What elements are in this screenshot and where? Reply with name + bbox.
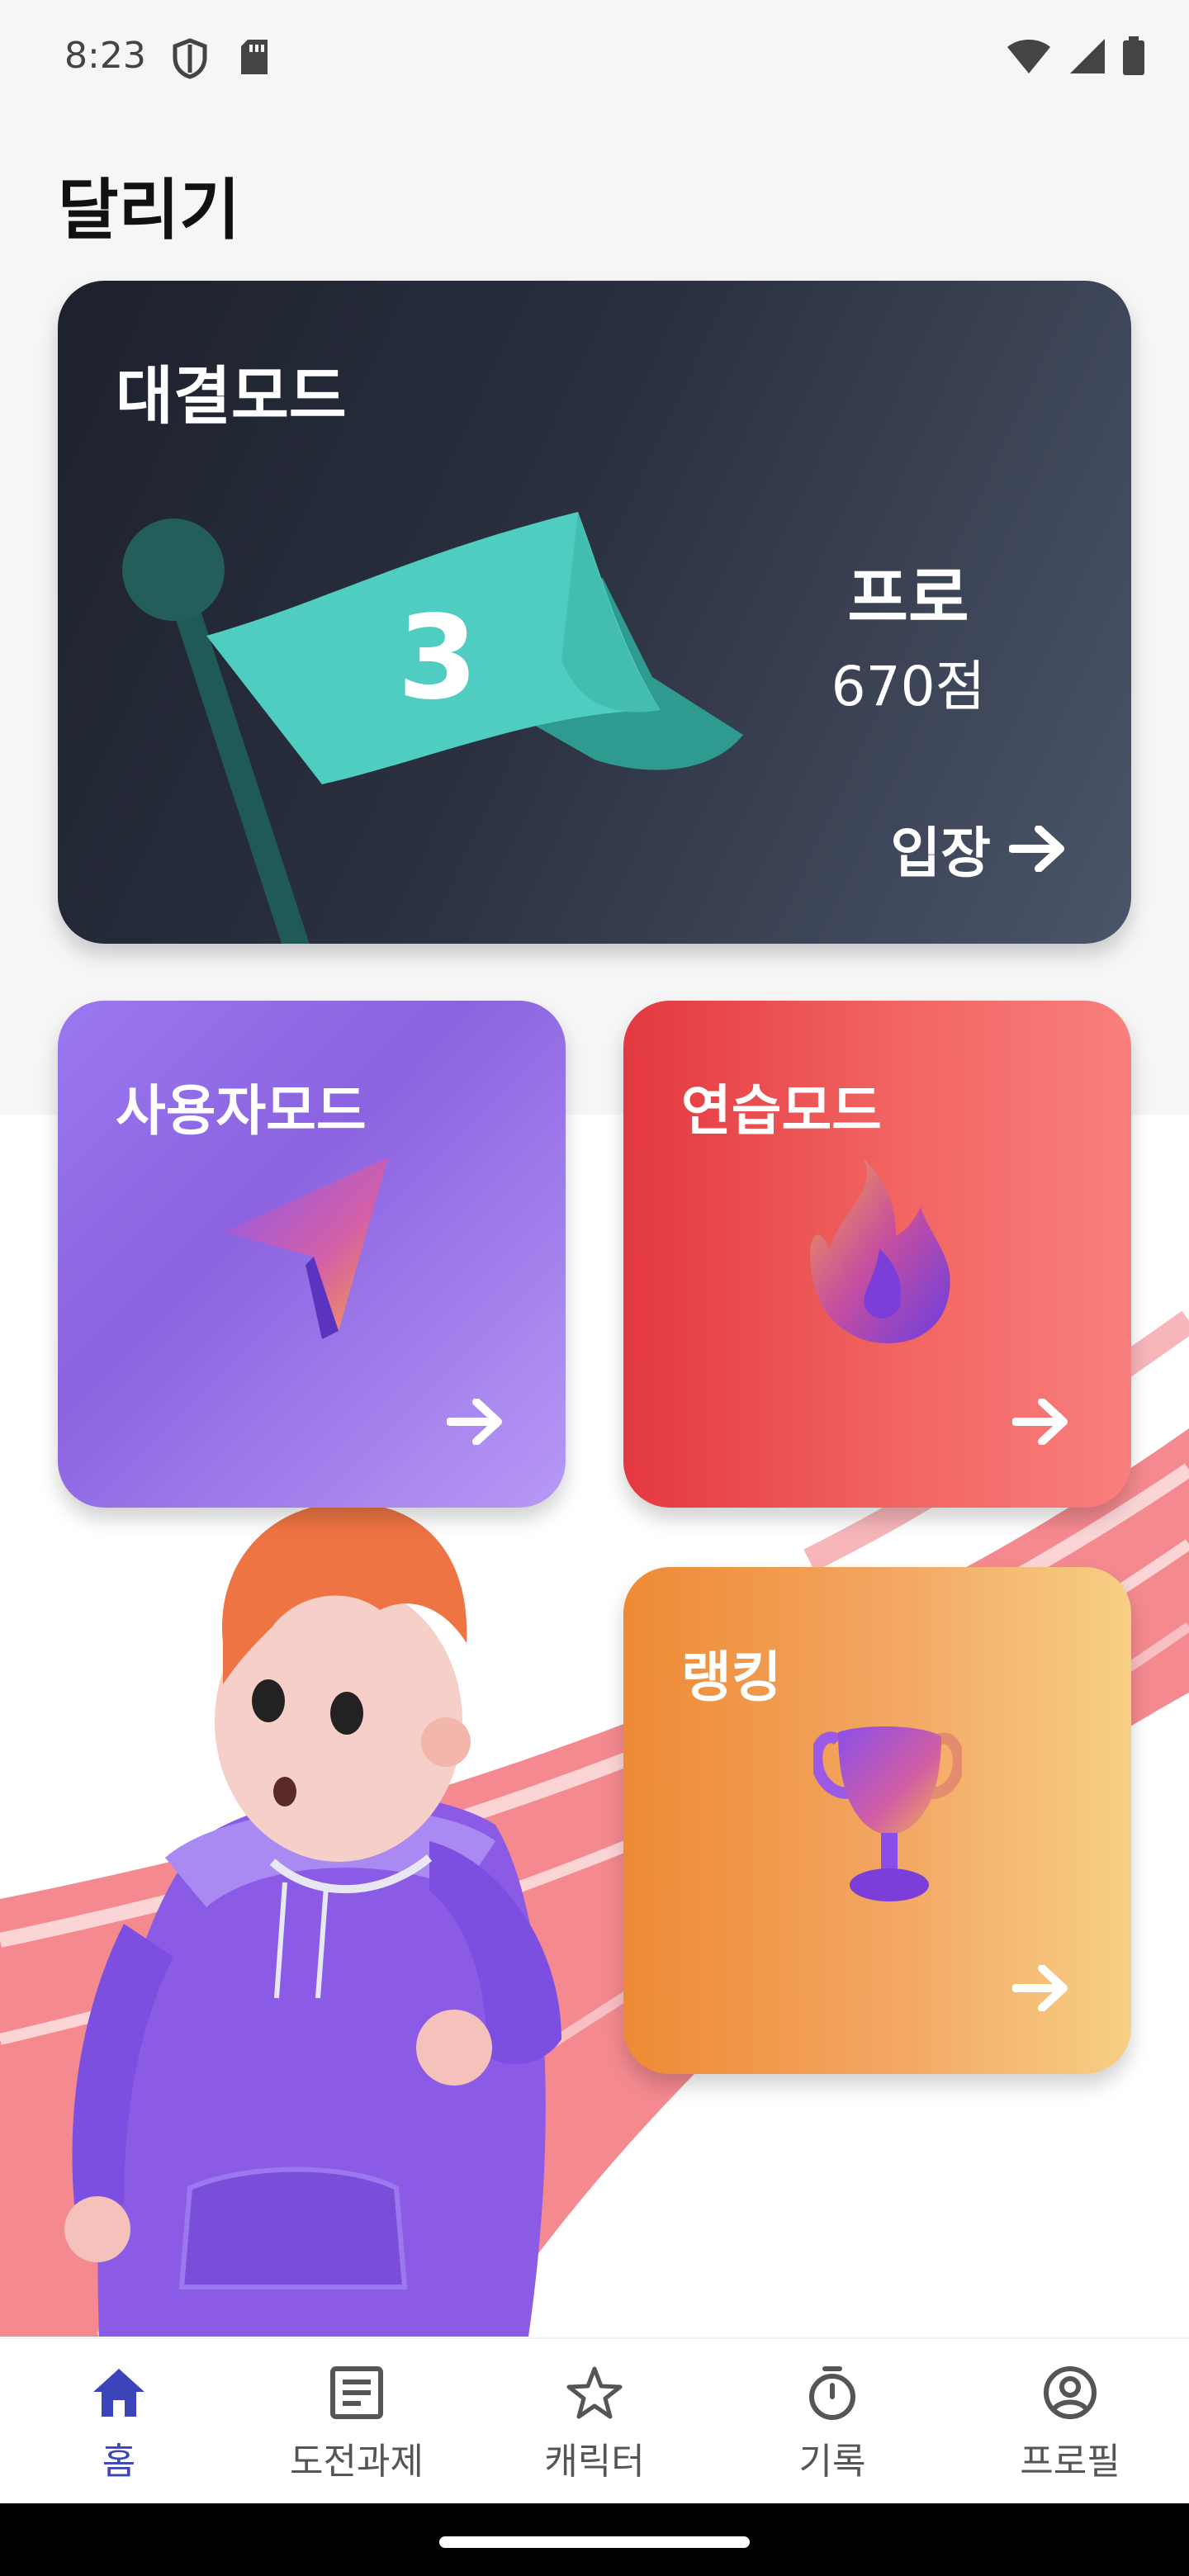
battle-mode-card[interactable]: 대결모드 3 프로 670점 입장	[58, 281, 1131, 944]
nav-item-challenges[interactable]: 도전과제	[238, 2339, 476, 2503]
flag-number: 3	[397, 591, 477, 726]
nav-item-profile[interactable]: 프로필	[951, 2339, 1189, 2503]
nav-item-character[interactable]: 캐릭터	[476, 2339, 713, 2503]
page-title: 달리기	[58, 172, 240, 249]
ranking-title: 랭킹	[681, 1646, 782, 1709]
sd-card-icon	[241, 40, 268, 74]
enter-button[interactable]: 입장	[891, 809, 1065, 888]
cellular-signal-icon	[1070, 39, 1105, 73]
tier-score: 670점	[831, 655, 986, 718]
stopwatch-icon	[809, 2366, 855, 2420]
arrow-right-icon	[1012, 1965, 1068, 2011]
tier-name: 프로	[847, 560, 969, 637]
arrow-right-icon	[1012, 1399, 1068, 1445]
bottom-navigation: 홈 도전과제 캐릭터 기록 프로필	[0, 2338, 1189, 2503]
enter-label: 입장	[890, 822, 991, 885]
nav-label: 프로필	[1020, 2441, 1120, 2483]
nav-label: 캐릭터	[544, 2441, 645, 2483]
fire-icon	[810, 1158, 950, 1343]
user-mode-title: 사용자모드	[116, 1079, 367, 1143]
home-icon	[93, 2369, 144, 2417]
account-circle-icon	[1044, 2366, 1097, 2419]
flag-icon: 3	[122, 512, 743, 944]
wifi-icon	[1007, 40, 1050, 73]
nav-label: 기록	[798, 2441, 866, 2483]
battle-mode-title: 대결모드	[116, 359, 347, 433]
nav-label: 도전과제	[290, 2441, 424, 2483]
arrow-right-icon	[1009, 826, 1064, 872]
nav-item-records[interactable]: 기록	[713, 2339, 951, 2503]
arrow-right-icon	[447, 1399, 502, 1445]
practice-mode-card[interactable]: 연습모드	[623, 1001, 1131, 1508]
shield-icon	[173, 38, 207, 79]
tier-info: 프로 670점	[784, 545, 1032, 722]
battery-icon	[1123, 36, 1144, 75]
nav-item-home[interactable]: 홈	[0, 2339, 238, 2503]
nav-label: 홈	[102, 2441, 136, 2483]
ranking-card[interactable]: 랭킹	[623, 1567, 1131, 2074]
practice-mode-title: 연습모드	[681, 1079, 882, 1143]
status-time: 8:23	[64, 35, 146, 77]
system-navigation-bar	[0, 2503, 1189, 2576]
home-gesture-handle[interactable]	[439, 2536, 750, 2548]
status-bar: 8:23	[0, 0, 1189, 116]
star-icon	[566, 2366, 623, 2419]
document-icon	[330, 2366, 383, 2419]
user-mode-card[interactable]: 사용자모드	[58, 1001, 566, 1508]
navigation-arrow-icon	[223, 1158, 388, 1339]
trophy-icon	[813, 1726, 962, 1901]
